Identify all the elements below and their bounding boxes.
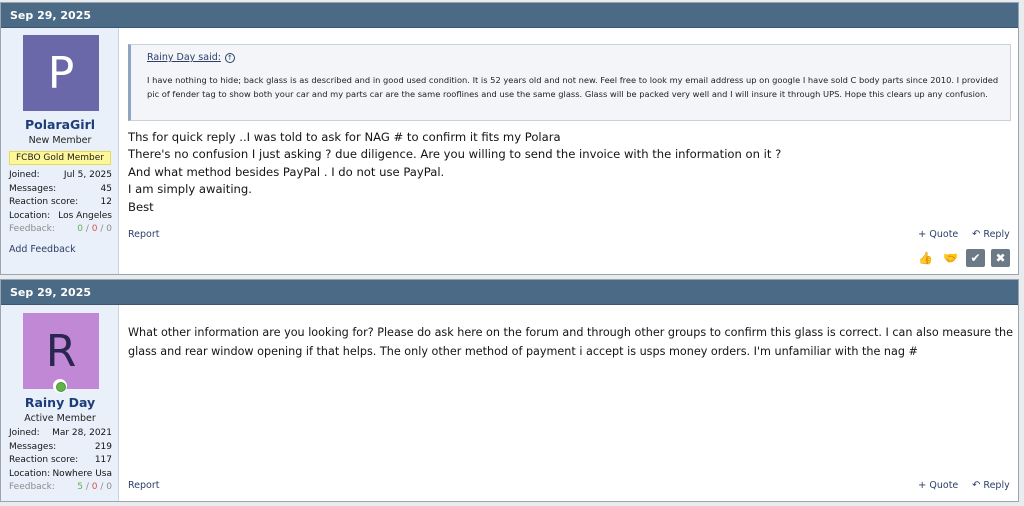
message-body: What other information are you looking f… [128,326,1013,358]
thumbs-up-icon[interactable]: 👍 [916,249,935,267]
plus-icon: + [918,480,927,491]
message-line: I am simply awaiting. [128,182,252,197]
username[interactable]: PolaraGirl [1,117,119,132]
post-content: Rainy Day said: ↑ I have nothing to hide;… [120,28,1018,274]
username[interactable]: Rainy Day [1,395,119,410]
stat-messages: Messages: 219 [9,441,112,452]
online-status-icon [53,379,67,393]
stat-location: Location: Nowhere Usa [9,468,112,479]
quote-button[interactable]: + Quote [918,229,958,240]
reply-arrow-icon: ↶ [972,229,981,240]
arrow-up-icon[interactable]: ↑ [224,53,235,63]
quote-block: Rainy Day said: ↑ I have nothing to hide;… [128,44,1011,121]
stat-feedback: Feedback: 0 / 0 / 0 [9,224,112,238]
report-link[interactable]: Report [128,229,160,240]
post-date: Sep 29, 2025 [1,3,1018,28]
avatar[interactable]: P [23,35,99,111]
check-icon[interactable]: ✔ [966,249,985,267]
report-link[interactable]: Report [128,480,160,491]
stat-location: Location: Los Angeles [9,210,112,221]
feedback-values[interactable]: 0 / 0 / 0 [77,224,112,238]
stat-joined: Joined: Jul 5, 2025 [9,170,112,180]
user-stats: Joined: Mar 28, 2021 Messages: 219 Reactio… [9,428,112,496]
reaction-bar: 👍 🤝 ✔ ✖ [916,249,1010,267]
plus-icon: + [918,229,927,240]
post-date: Sep 29, 2025 [1,280,1018,305]
add-feedback-link[interactable]: Add Feedback [9,244,76,255]
message-line: There's no confusion I just asking ? due… [128,147,782,162]
stat-feedback: Feedback: 5 / 0 / 0 [9,482,112,496]
message-line: Ths for quick reply ..I was told to ask … [128,130,561,144]
quote-author-link[interactable]: Rainy Day said: [147,52,221,63]
user-title: Active Member [24,413,96,424]
stat-reaction-score: Reaction score: 12 [9,197,112,207]
post-content: What other information are you looking f… [120,305,1018,501]
post-1: Sep 29, 2025 P PolaraGirl New Member FCB… [0,2,1019,275]
message-body: Ths for quick reply ..I was told to ask … [128,129,998,216]
message-line: Best [128,199,154,214]
reply-button[interactable]: ↶ Reply [972,480,1010,491]
stat-joined: Joined: Mar 28, 2021 [9,428,112,438]
stat-messages: Messages: 45 [9,183,112,194]
user-info-panel: P PolaraGirl New Member FCBO Gold Member… [1,28,119,274]
quote-text: I have nothing to hide; back glass is as… [147,75,999,99]
user-title: New Member [28,135,92,146]
message-line: And what method besides PayPal . I do no… [128,164,445,179]
quote-header[interactable]: Rainy Day said: ↑ [147,52,235,63]
quote-button[interactable]: + Quote [918,480,958,491]
user-stats: Joined: Jul 5, 2025 Messages: 45 Reaction … [9,170,112,238]
handshake-icon[interactable]: 🤝 [941,249,960,267]
user-info-panel: R Rainy Day Active Member Joined: Mar 28,… [1,305,119,501]
gold-member-badge: FCBO Gold Member [9,151,111,165]
stat-reaction-score: Reaction score: 117 [9,455,112,465]
reply-arrow-icon: ↶ [972,480,981,491]
avatar[interactable]: R [23,313,99,389]
feedback-values[interactable]: 5 / 0 / 0 [77,482,112,496]
close-icon[interactable]: ✖ [991,249,1010,267]
post-2: Sep 29, 2025 R Rainy Day Active Member J… [0,279,1019,502]
reply-button[interactable]: ↶ Reply [972,229,1010,240]
